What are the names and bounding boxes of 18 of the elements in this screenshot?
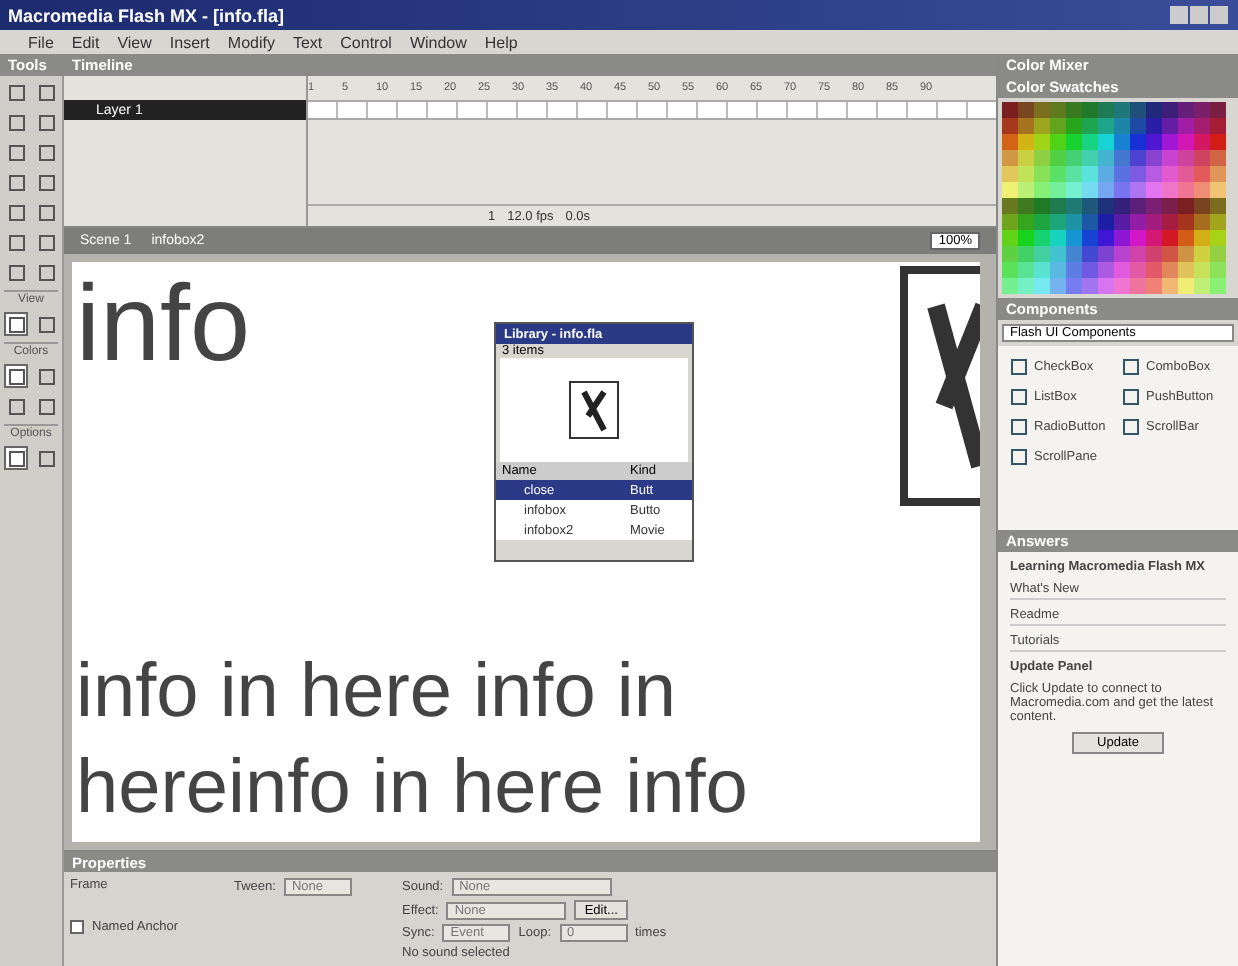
checkbox[interactable]: [70, 920, 84, 934]
menu-item[interactable]: Insert: [169, 33, 210, 51]
menu-item[interactable]: Text: [292, 33, 323, 51]
menu-item[interactable]: Control: [340, 33, 392, 51]
stage-text: hereinfo in here info: [76, 744, 750, 835]
color-swatches-drawing[interactable]: [1002, 102, 1226, 294]
stage-text: info in here info in: [76, 647, 678, 738]
x-logo-icon: [568, 380, 620, 440]
menu-item[interactable]: View: [117, 33, 152, 51]
menu-item[interactable]: File: [28, 33, 54, 51]
menu-item[interactable]: Window: [409, 33, 467, 51]
x-logo-icon: [900, 266, 980, 506]
stage-heading: info: [76, 270, 251, 378]
menu-item[interactable]: Help: [484, 33, 518, 51]
window-controls-icon[interactable]: [1170, 6, 1230, 24]
window-title: Macromedia Flash MX - [info.fla]: [8, 5, 285, 25]
menu-item[interactable]: Modify: [227, 33, 275, 51]
menu-item[interactable]: Edit: [71, 33, 100, 51]
